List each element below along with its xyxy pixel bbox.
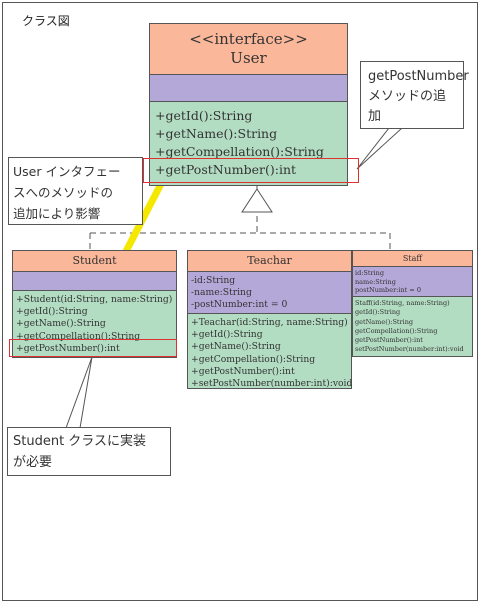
callout-add-method: getPostNumber メソッドの追 加 — [360, 61, 469, 129]
student-op-getid: +getId():String — [16, 306, 88, 318]
teachar-op-getpostnumber: +getPostNumber():int — [191, 365, 295, 377]
callout-student-impl: Student クラスに実装 が必要 — [7, 427, 171, 476]
user-interface-attributes — [149, 74, 348, 102]
teachar-attr-postnumber: -postNumber:int = 0 — [191, 299, 288, 311]
teachar-attr-name: -name:String — [191, 287, 252, 299]
staff-op-getpostnumber: getPostNumber():int — [355, 336, 423, 345]
staff-class-operations: Staff(id:String, name:String) getId():St… — [352, 296, 473, 357]
staff-op-getname: getName():String — [355, 317, 414, 326]
staff-attr-postnumber: postNumber:int = 0 — [355, 286, 421, 295]
staff-class-header: Staff — [352, 250, 473, 267]
callout-add-method-line-2: メソッドの追 — [368, 89, 447, 104]
teachar-class-attributes: -id:String -name:String -postNumber:int … — [187, 271, 352, 314]
teachar-op-setpostnumber: +setPostNumber(number:int):void — [191, 378, 353, 390]
student-class-attributes — [12, 271, 177, 291]
teachar-op-constructor: +Teachar(id:String, name:String) — [191, 317, 348, 328]
callout-impact: User インタフェー スへのメソッドの 追加により影響 — [8, 157, 143, 225]
callout-impact-line-3: 追加により影響 — [13, 206, 101, 221]
callout-student-impl-line-2: が必要 — [13, 455, 53, 470]
callout-student-impl-line-1: Student クラスに実装 — [13, 434, 147, 449]
staff-op-getid: getId():String — [355, 308, 401, 317]
callout-pointer-add-method — [356, 127, 404, 170]
user-interface-stereotype: <<interface>> — [189, 30, 308, 48]
student-class-header: Student — [12, 250, 177, 272]
student-op-constructor: +Student(id:String, name:String) — [16, 294, 173, 305]
user-new-method-highlight — [143, 158, 359, 183]
teachar-attr-id: -id:String — [191, 275, 236, 286]
user-interface-header: <<interface>> User — [149, 23, 348, 75]
user-op-getname: +getName():String — [155, 126, 278, 141]
teachar-class-operations: +Teachar(id:String, name:String) +getId(… — [187, 313, 352, 389]
teachar-op-getname: +getName():String — [191, 341, 281, 353]
user-interface-name: User — [230, 49, 267, 67]
student-new-method-highlight — [9, 339, 177, 357]
staff-attr-id: id:String — [355, 269, 385, 277]
staff-op-getcompellation: getCompellation():String — [355, 326, 438, 335]
callout-impact-line-2: スへのメソッドの — [13, 185, 114, 200]
callout-pointer-student — [65, 356, 93, 429]
realization-triangle — [241, 188, 273, 213]
staff-class-attributes: id:String name:String postNumber:int = 0 — [352, 266, 473, 297]
staff-op-setpostnumber: setPostNumber(number:int):void — [355, 345, 464, 354]
callout-add-method-line-3: 加 — [368, 109, 382, 124]
teachar-op-getcompellation: +getCompellation():String — [191, 353, 316, 365]
student-op-getname: +getName():String — [16, 318, 106, 330]
staff-op-constructor: Staff(id:String, name:String) — [355, 299, 450, 307]
teachar-op-getid: +getId():String — [191, 329, 263, 341]
staff-attr-name: name:String — [355, 277, 396, 286]
callout-impact-line-1: User インタフェー — [13, 164, 121, 179]
teachar-class-header: Teachar — [187, 250, 352, 272]
user-op-getid: +getId():String — [155, 108, 253, 123]
callout-add-method-line-1: getPostNumber — [368, 69, 469, 84]
